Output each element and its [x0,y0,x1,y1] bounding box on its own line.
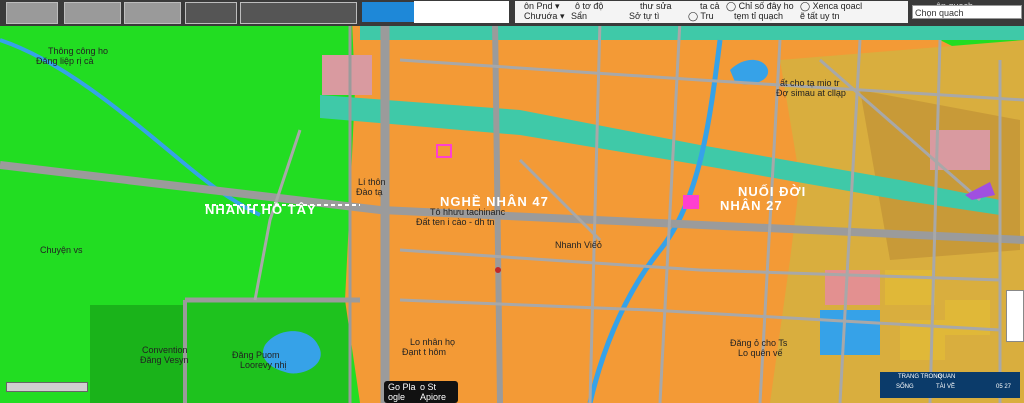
toolbar-tab[interactable] [185,2,237,24]
map-label: Đăng Vesyn [140,355,189,365]
map-label: ất cho tạ mio tr [780,78,840,88]
map-label: Convention [142,345,188,355]
control-label: 05 27 [996,384,1012,390]
toolbar: ôn Pnd ▾ Chưuớa ▾ ô tơ độ Sẩn thư sửa Sở… [0,0,1024,26]
control-label: TÀI VỀ [936,384,956,390]
filter-chip[interactable]: ẽ tất uy tn [800,11,840,21]
filter-chip[interactable]: thư sửa [640,1,672,11]
map-label: Đất ten i cào - dh tn [416,217,495,227]
toolbar-tab[interactable] [240,2,357,24]
map-label: Lí thôn [358,177,386,187]
map-label: Nhanh Viếỏ [555,240,602,250]
district-label: NHÂN 27 [720,198,783,213]
district-label: NGHỀ NHÂN 47 [440,194,549,209]
map-label: Đợ simau at cllạp [776,88,846,98]
map-label: Đăng ỏ cho Ts [730,338,788,348]
app-store-label: o St [420,382,437,392]
filter-chip[interactable]: ◯ Tru [688,11,714,22]
toolbar-panel [414,1,509,23]
app-store-badge[interactable]: o St Apiore [416,381,458,403]
zoom-control[interactable] [1006,290,1024,342]
filter-chip[interactable]: tẹm tỉ quạch [734,11,783,21]
filter-chip[interactable]: ta cả [700,1,720,11]
filter-chip[interactable]: ô tơ độ [575,1,603,11]
pink-zone [322,55,372,95]
map-label: Đào tạ [356,187,383,197]
map-controls[interactable]: TRANG TRONG SỐNG QUAN TÀI VỀ 05 27 [880,372,1020,398]
toolbar-active-tab[interactable] [362,2,414,22]
toolbar-tab[interactable] [64,2,121,24]
toolbar-tab[interactable] [124,2,181,24]
scale-bar [6,382,88,392]
filter-chip[interactable]: Sẩn [571,11,587,21]
map-label: Thông công ho [48,46,109,56]
control-label: TRANG TRONG [898,374,943,380]
app-store-sub: Apiore [420,392,447,402]
control-label: SỐNG [896,384,914,390]
district-label: NUỐI ĐỜI [738,184,807,199]
toolbar-tab[interactable] [6,2,58,24]
filter-chip[interactable]: Chưuớa ▾ [524,11,564,22]
map-label: Đăng liệp rị cả [36,56,94,66]
poi-marker[interactable] [683,195,699,209]
control-label: QUAN [938,374,956,380]
map-label: Đăng Puom [232,350,280,360]
water-block [820,310,880,355]
district-label: NHANH HỒ TÂY [205,202,317,217]
search-input[interactable]: Chọn quach [912,5,1022,19]
map-label: Lo nhân họ [410,337,456,347]
canal [360,25,1024,40]
map-label: Chuyện vs [40,245,83,255]
map-label: Lo quên vế [738,348,783,358]
map-label: Loorevy nhị [240,360,287,370]
pin-marker[interactable] [495,267,501,273]
map-label: Đạnt t hôm [402,347,447,357]
filter-chip[interactable]: Sở tự tì [629,11,659,21]
